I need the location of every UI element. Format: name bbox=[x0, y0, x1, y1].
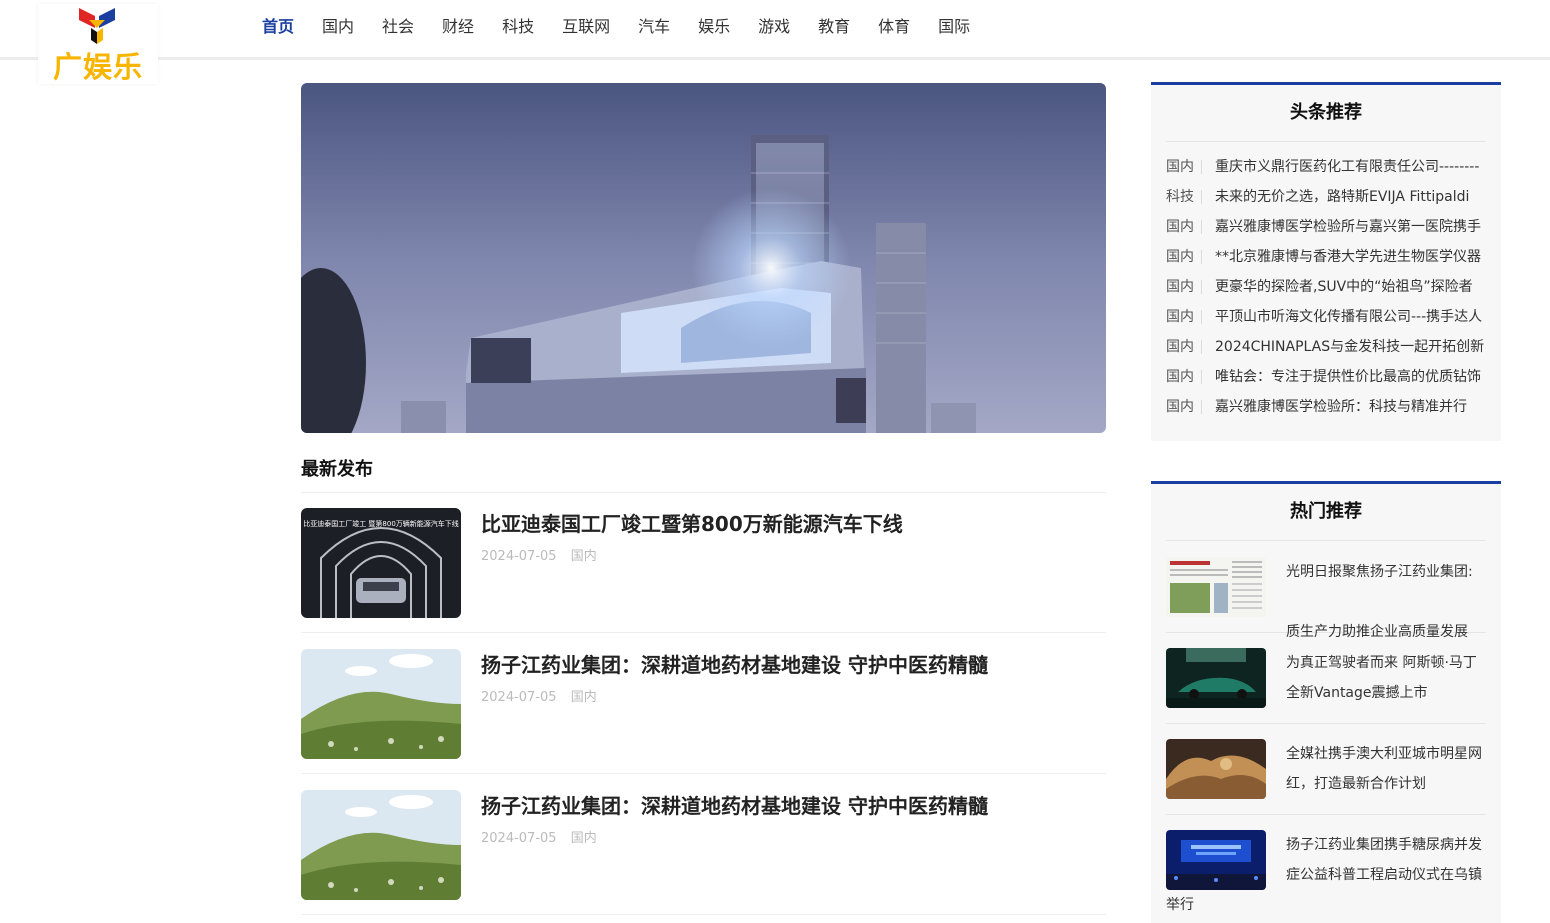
hot-thumbnail[interactable] bbox=[1166, 648, 1266, 708]
nav-auto[interactable]: 汽车 bbox=[638, 14, 670, 40]
news-thumbnail[interactable] bbox=[301, 649, 461, 759]
item-title[interactable]: 未来的无价之选，路特斯EVIJA Fittipaldi bbox=[1215, 182, 1485, 212]
item-category: 国内 bbox=[1166, 280, 1202, 294]
item-category: 国内 bbox=[1166, 310, 1202, 324]
list-item[interactable]: 国内 嘉兴雅康博医学检验所与嘉兴第一医院携手 bbox=[1166, 212, 1486, 242]
news-item[interactable]: 扬子江药业集团：深耕道地药材基地建设 守护中医药精髓 2024-07-05 国内 bbox=[301, 774, 1106, 915]
news-date: 2024-07-05 bbox=[481, 549, 557, 564]
item-title[interactable]: 嘉兴雅康博医学检验所与嘉兴第一医院携手 bbox=[1215, 212, 1485, 242]
news-date: 2024-07-05 bbox=[481, 690, 557, 705]
news-meta: 2024-07-05 国内 bbox=[481, 545, 607, 564]
item-category: 国内 bbox=[1166, 220, 1202, 234]
top-recommend-box: 头条推荐 国内 重庆市义鼎行医药化工有限责任公司-------- 科技 未来的无价之… bbox=[1151, 82, 1501, 441]
hot-item[interactable]: 光明日报聚焦扬子江药业集团:新质生产力助推企业高质量发展 bbox=[1166, 557, 1486, 640]
news-date: 2024-07-05 bbox=[481, 831, 557, 846]
news-category[interactable]: 国内 bbox=[571, 690, 597, 705]
item-category: 国内 bbox=[1166, 370, 1202, 384]
item-title[interactable]: 2024CHINAPLAS与金发科技一起开拓创新 bbox=[1215, 332, 1485, 362]
news-category[interactable]: 国内 bbox=[571, 831, 597, 846]
thumb-caption: 比亚迪泰国工厂竣工 暨第800万辆新能源汽车下线 bbox=[303, 519, 459, 528]
news-meta: 2024-07-05 国内 bbox=[481, 686, 607, 705]
item-title[interactable]: **北京雅康博与香港大学先进生物医学仪器 bbox=[1215, 242, 1485, 272]
hot-item[interactable]: 扬子江药业集团携手糖尿病并发 症公益科普工程启动仪式在乌镇 举行 bbox=[1166, 830, 1486, 923]
logo-mark-icon bbox=[79, 8, 115, 44]
nav-internet[interactable]: 互联网 bbox=[562, 14, 610, 40]
list-item[interactable]: 科技 未来的无价之选，路特斯EVIJA Fittipaldi bbox=[1166, 182, 1486, 212]
item-category: 国内 bbox=[1166, 340, 1202, 354]
news-thumbnail[interactable] bbox=[301, 790, 461, 900]
list-item[interactable]: 国内 更豪华的探险者,SUV中的“始祖鸟”探险者 bbox=[1166, 272, 1486, 302]
item-category: 科技 bbox=[1166, 190, 1202, 204]
list-item[interactable]: 国内 重庆市义鼎行医药化工有限责任公司-------- bbox=[1166, 152, 1486, 182]
hot-recommend-title: 热门推荐 bbox=[1166, 484, 1486, 541]
news-item[interactable]: 扬子江药业集团：深耕道地药材基地建设 守护中医药精髓 2024-07-05 国内 bbox=[301, 633, 1106, 774]
nav-games[interactable]: 游戏 bbox=[758, 14, 790, 40]
item-category: 国内 bbox=[1166, 400, 1202, 414]
nav-tech[interactable]: 科技 bbox=[502, 14, 534, 40]
top-recommend-list: 国内 重庆市义鼎行医药化工有限责任公司-------- 科技 未来的无价之选，路特斯… bbox=[1151, 142, 1501, 422]
news-title[interactable]: 扬子江药业集团：深耕道地药材基地建设 守护中医药精髓 bbox=[481, 649, 988, 678]
nav-home[interactable]: 首页 bbox=[262, 14, 294, 40]
logo-text: 广娱乐 bbox=[52, 50, 143, 84]
item-title[interactable]: 唯钻会：专注于提供性价比最高的优质钻饰 bbox=[1215, 362, 1485, 392]
main-nav: 首页 国内 社会 财经 科技 互联网 汽车 娱乐 游戏 教育 体育 国际 bbox=[248, 14, 984, 40]
hot-recommend-box: 热门推荐 光明日报聚焦扬子江药业集团:新质生产力助推企业高质量发展 bbox=[1151, 481, 1501, 923]
item-title[interactable]: 平顶山市听海文化传播有限公司---携手达人 bbox=[1215, 302, 1485, 332]
news-title[interactable]: 比亚迪泰国工厂竣工暨第800万新能源汽车下线 bbox=[481, 508, 903, 537]
news-thumbnail[interactable]: 比亚迪泰国工厂竣工 暨第800万辆新能源汽车下线 bbox=[301, 508, 461, 618]
item-category: 国内 bbox=[1166, 160, 1202, 174]
top-recommend-title: 头条推荐 bbox=[1166, 85, 1486, 142]
hot-thumbnail[interactable] bbox=[1166, 557, 1266, 617]
news-title[interactable]: 扬子江药业集团：深耕道地药材基地建设 守护中医药精髓 bbox=[481, 790, 988, 819]
nav-international[interactable]: 国际 bbox=[938, 14, 970, 40]
list-item[interactable]: 国内 **北京雅康博与香港大学先进生物医学仪器 bbox=[1166, 242, 1486, 272]
hot-item[interactable]: 为真正驾驶者而来 阿斯顿·马丁 全新Vantage震撼上市 bbox=[1166, 648, 1486, 724]
nav-society[interactable]: 社会 bbox=[382, 14, 414, 40]
item-category: 国内 bbox=[1166, 250, 1202, 264]
nav-sports[interactable]: 体育 bbox=[878, 14, 910, 40]
item-title[interactable]: 更豪华的探险者,SUV中的“始祖鸟”探险者 bbox=[1215, 272, 1485, 302]
news-category[interactable]: 国内 bbox=[571, 549, 597, 564]
item-title[interactable]: 重庆市义鼎行医药化工有限责任公司-------- bbox=[1215, 152, 1485, 182]
hot-thumbnail[interactable] bbox=[1166, 830, 1266, 890]
nav-domestic[interactable]: 国内 bbox=[322, 14, 354, 40]
news-meta: 2024-07-05 国内 bbox=[481, 827, 607, 846]
nav-finance[interactable]: 财经 bbox=[442, 14, 474, 40]
hot-thumbnail[interactable] bbox=[1166, 739, 1266, 799]
hot-item[interactable]: 全媒社携手澳大利亚城市明星网 红，打造最新合作计划 bbox=[1166, 739, 1486, 815]
nav-entertainment[interactable]: 娱乐 bbox=[698, 14, 730, 40]
news-item[interactable]: 比亚迪泰国工厂竣工 暨第800万辆新能源汽车下线 比亚迪泰国工厂竣工暨第800万… bbox=[301, 492, 1106, 633]
list-item[interactable]: 国内 唯钻会：专注于提供性价比最高的优质钻饰 bbox=[1166, 362, 1486, 392]
latest-section-title: 最新发布 bbox=[301, 459, 373, 480]
list-item[interactable]: 国内 嘉兴雅康博医学检验所：科技与精准并行 bbox=[1166, 392, 1486, 422]
site-header: 广娱乐 首页 国内 社会 财经 科技 互联网 汽车 娱乐 游戏 教育 体育 国际 bbox=[0, 0, 1550, 84]
item-title[interactable]: 嘉兴雅康博医学检验所：科技与精准并行 bbox=[1215, 392, 1485, 422]
hero-banner-image[interactable] bbox=[301, 83, 1106, 433]
list-item[interactable]: 国内 2024CHINAPLAS与金发科技一起开拓创新 bbox=[1166, 332, 1486, 362]
site-logo[interactable]: 广娱乐 bbox=[38, 4, 158, 84]
list-item[interactable]: 国内 平顶山市听海文化传播有限公司---携手达人 bbox=[1166, 302, 1486, 332]
nav-education[interactable]: 教育 bbox=[818, 14, 850, 40]
